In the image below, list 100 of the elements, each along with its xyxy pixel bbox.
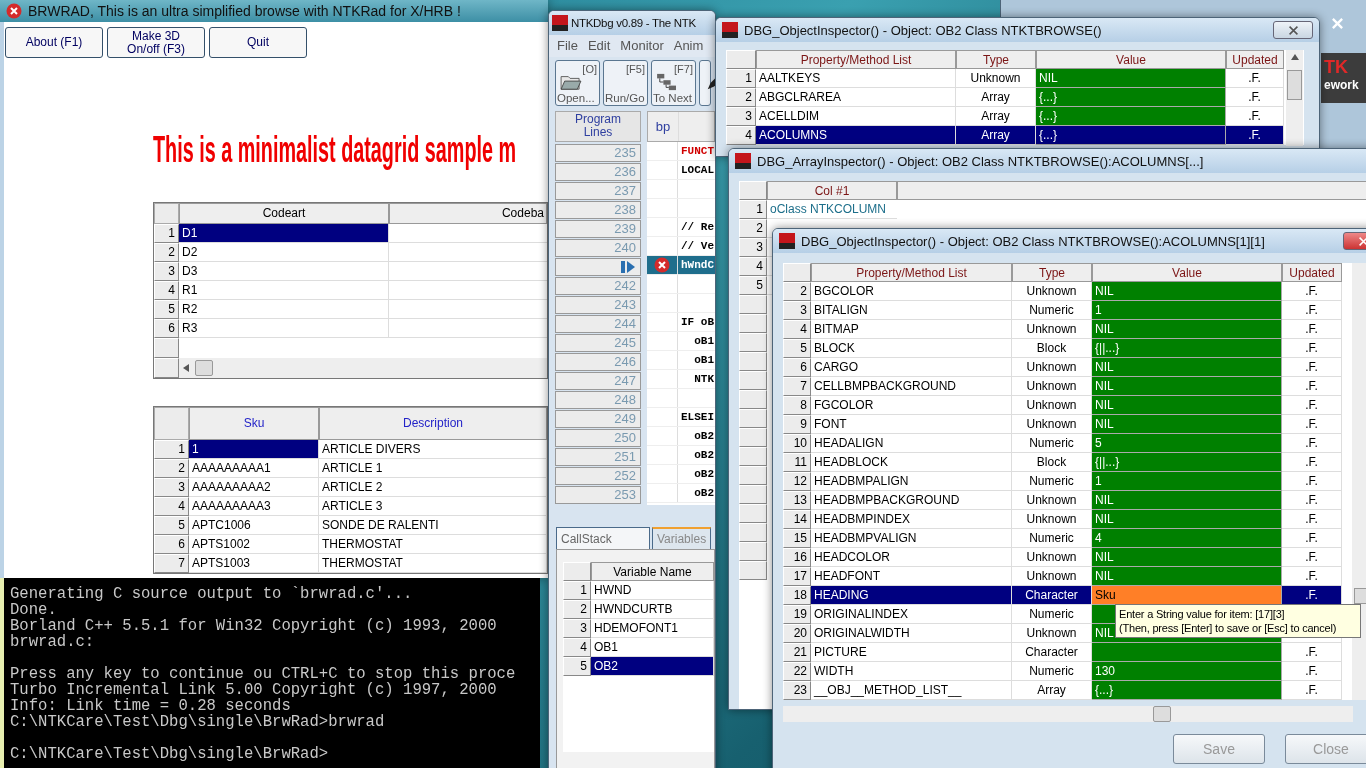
column-header[interactable]: Updated bbox=[1282, 263, 1342, 282]
table-cell[interactable]: AAAAAAAAA2 bbox=[189, 478, 319, 497]
table-cell[interactable]: AAAAAAAAA1 bbox=[189, 459, 319, 478]
column-header[interactable]: Property/Method List bbox=[756, 50, 956, 69]
code-row[interactable]: IF oB bbox=[647, 313, 715, 332]
value-field[interactable]: Sku bbox=[1092, 586, 1282, 605]
code-row[interactable] bbox=[647, 180, 715, 199]
code-row[interactable]: oB2 bbox=[647, 484, 715, 503]
scroll-thumb[interactable] bbox=[1287, 70, 1302, 100]
table-cell[interactable]: AAAAAAAAA3 bbox=[189, 497, 319, 516]
column-header[interactable]: Type bbox=[956, 50, 1036, 69]
column-header[interactable]: Variable Name bbox=[591, 562, 714, 581]
toolbar-button[interactable]: Quit bbox=[209, 27, 307, 58]
table-cell[interactable]: ABGCLRAREA bbox=[756, 88, 956, 107]
table-cell[interactable]: ORIGINALWIDTH bbox=[811, 624, 1012, 643]
toolbar-button[interactable]: [F5] Run/Go bbox=[603, 60, 648, 106]
code-row[interactable]: oB2 bbox=[647, 465, 715, 484]
column-header[interactable]: Value bbox=[1092, 263, 1282, 282]
table-cell[interactable]: R2 bbox=[179, 300, 389, 319]
table-cell[interactable]: PICTURE bbox=[811, 643, 1012, 662]
table-cell[interactable]: HEADCOLOR bbox=[811, 548, 1012, 567]
table-cell[interactable]: HEADBMPVALIGN bbox=[811, 529, 1012, 548]
table-cell[interactable]: BGCOLOR bbox=[811, 282, 1012, 301]
toolbar-button[interactable]: About (F1) bbox=[5, 27, 103, 58]
column-header[interactable]: Sku bbox=[189, 407, 319, 440]
column-header[interactable]: Value bbox=[1036, 50, 1226, 69]
horizontal-scrollbar[interactable] bbox=[179, 358, 547, 378]
menu-item[interactable]: File bbox=[557, 38, 578, 54]
column-header[interactable]: Codeba bbox=[389, 203, 547, 224]
code-row[interactable] bbox=[647, 199, 715, 218]
code-row[interactable]: oB2 bbox=[647, 446, 715, 465]
table-cell[interactable]: R1 bbox=[179, 281, 389, 300]
table-cell[interactable]: HWND bbox=[591, 581, 714, 600]
column-header[interactable]: Property/Method List bbox=[811, 263, 1012, 282]
table-cell[interactable]: ACOLUMNS bbox=[756, 126, 956, 145]
code-row[interactable] bbox=[647, 294, 715, 313]
table-cell[interactable]: WIDTH bbox=[811, 662, 1012, 681]
table-cell[interactable]: CELLBMPBACKGROUND bbox=[811, 377, 1012, 396]
code-row[interactable]: // Re bbox=[647, 218, 715, 237]
table-cell[interactable]: CARGO bbox=[811, 358, 1012, 377]
line-number[interactable] bbox=[555, 258, 641, 276]
code-row[interactable]: oB2 bbox=[647, 427, 715, 446]
menu-item[interactable]: Monitor bbox=[620, 38, 664, 54]
toolbar-button[interactable]: [F7] To Next bbox=[651, 60, 696, 106]
column-header[interactable]: Codeart bbox=[179, 203, 389, 224]
code-row[interactable]: oB1 bbox=[647, 351, 715, 370]
table-cell[interactable]: HDEMOFONT1 bbox=[591, 619, 714, 638]
table-cell[interactable]: APTS1002 bbox=[189, 535, 319, 554]
table-cell[interactable]: HEADBMPBACKGROUND bbox=[811, 491, 1012, 510]
scroll-thumb[interactable] bbox=[1153, 706, 1171, 722]
table-cell[interactable]: HEADBMPALIGN bbox=[811, 472, 1012, 491]
table-cell[interactable]: D2 bbox=[179, 243, 389, 262]
column-header[interactable]: Col #1 bbox=[767, 181, 897, 200]
close-button[interactable] bbox=[1273, 21, 1313, 39]
row-number: 5 bbox=[783, 339, 811, 358]
table-cell: ARTICLE 1 bbox=[319, 459, 547, 478]
column-header[interactable]: Updated bbox=[1226, 50, 1284, 69]
table-cell[interactable]: D1 bbox=[179, 224, 389, 243]
column-header[interactable]: Type bbox=[1012, 263, 1092, 282]
code-row[interactable] bbox=[647, 389, 715, 408]
code-row[interactable]: oB1 bbox=[647, 332, 715, 351]
scroll-thumb[interactable] bbox=[1354, 588, 1366, 604]
table-cell[interactable]: HEADALIGN bbox=[811, 434, 1012, 453]
table-cell[interactable]: HWNDCURTB bbox=[591, 600, 714, 619]
table-cell[interactable]: BITMAP bbox=[811, 320, 1012, 339]
table-cell[interactable]: APTC1006 bbox=[189, 516, 319, 535]
code-row[interactable]: NTK bbox=[647, 370, 715, 389]
vertical-scrollbar[interactable] bbox=[1352, 263, 1366, 700]
table-cell[interactable]: HEADBMPINDEX bbox=[811, 510, 1012, 529]
table-cell[interactable]: D3 bbox=[179, 262, 389, 281]
code-row[interactable]: hWndC bbox=[647, 256, 715, 275]
scroll-thumb[interactable] bbox=[195, 360, 213, 376]
table-cell[interactable]: ORIGINALINDEX bbox=[811, 605, 1012, 624]
tab[interactable]: CallStack bbox=[556, 527, 650, 549]
breakpoint-icon[interactable] bbox=[654, 257, 670, 273]
table-cell[interactable]: __OBJ__METHOD_LIST__ bbox=[811, 681, 1012, 700]
table-cell[interactable]: FONT bbox=[811, 415, 1012, 434]
table-cell[interactable]: FGCOLOR bbox=[811, 396, 1012, 415]
menu-item[interactable]: Edit bbox=[587, 38, 611, 54]
table-cell[interactable]: 1 bbox=[189, 440, 319, 459]
close-icon[interactable] bbox=[1331, 17, 1344, 30]
value-cell: NIL bbox=[1092, 282, 1282, 301]
table-cell[interactable]: APTS1003 bbox=[189, 554, 319, 573]
menu-item[interactable]: Anim bbox=[673, 38, 704, 54]
table-cell[interactable]: AALTKEYS bbox=[756, 69, 956, 88]
table-cell[interactable]: OB2 bbox=[591, 657, 714, 676]
table-cell[interactable]: HEADBLOCK bbox=[811, 453, 1012, 472]
scroll-left-icon[interactable] bbox=[183, 364, 189, 372]
table-cell[interactable]: BITALIGN bbox=[811, 301, 1012, 320]
toolbar-button[interactable]: Make 3D On/off (F3) bbox=[107, 27, 205, 58]
table-cell[interactable]: BLOCK bbox=[811, 339, 1012, 358]
vertical-scrollbar[interactable] bbox=[1286, 50, 1303, 146]
scroll-up-icon[interactable] bbox=[1290, 54, 1299, 60]
horizontal-scrollbar[interactable] bbox=[783, 706, 1353, 722]
table-cell[interactable]: R3 bbox=[179, 319, 389, 338]
code-row[interactable]: LOCAL bbox=[647, 161, 715, 180]
column-header[interactable]: Description bbox=[319, 407, 547, 440]
code-row[interactable]: ELSEI bbox=[647, 408, 715, 427]
toolbar-button[interactable]: [O] Open... bbox=[555, 60, 600, 106]
table-cell[interactable]: HEADING bbox=[811, 586, 1012, 605]
